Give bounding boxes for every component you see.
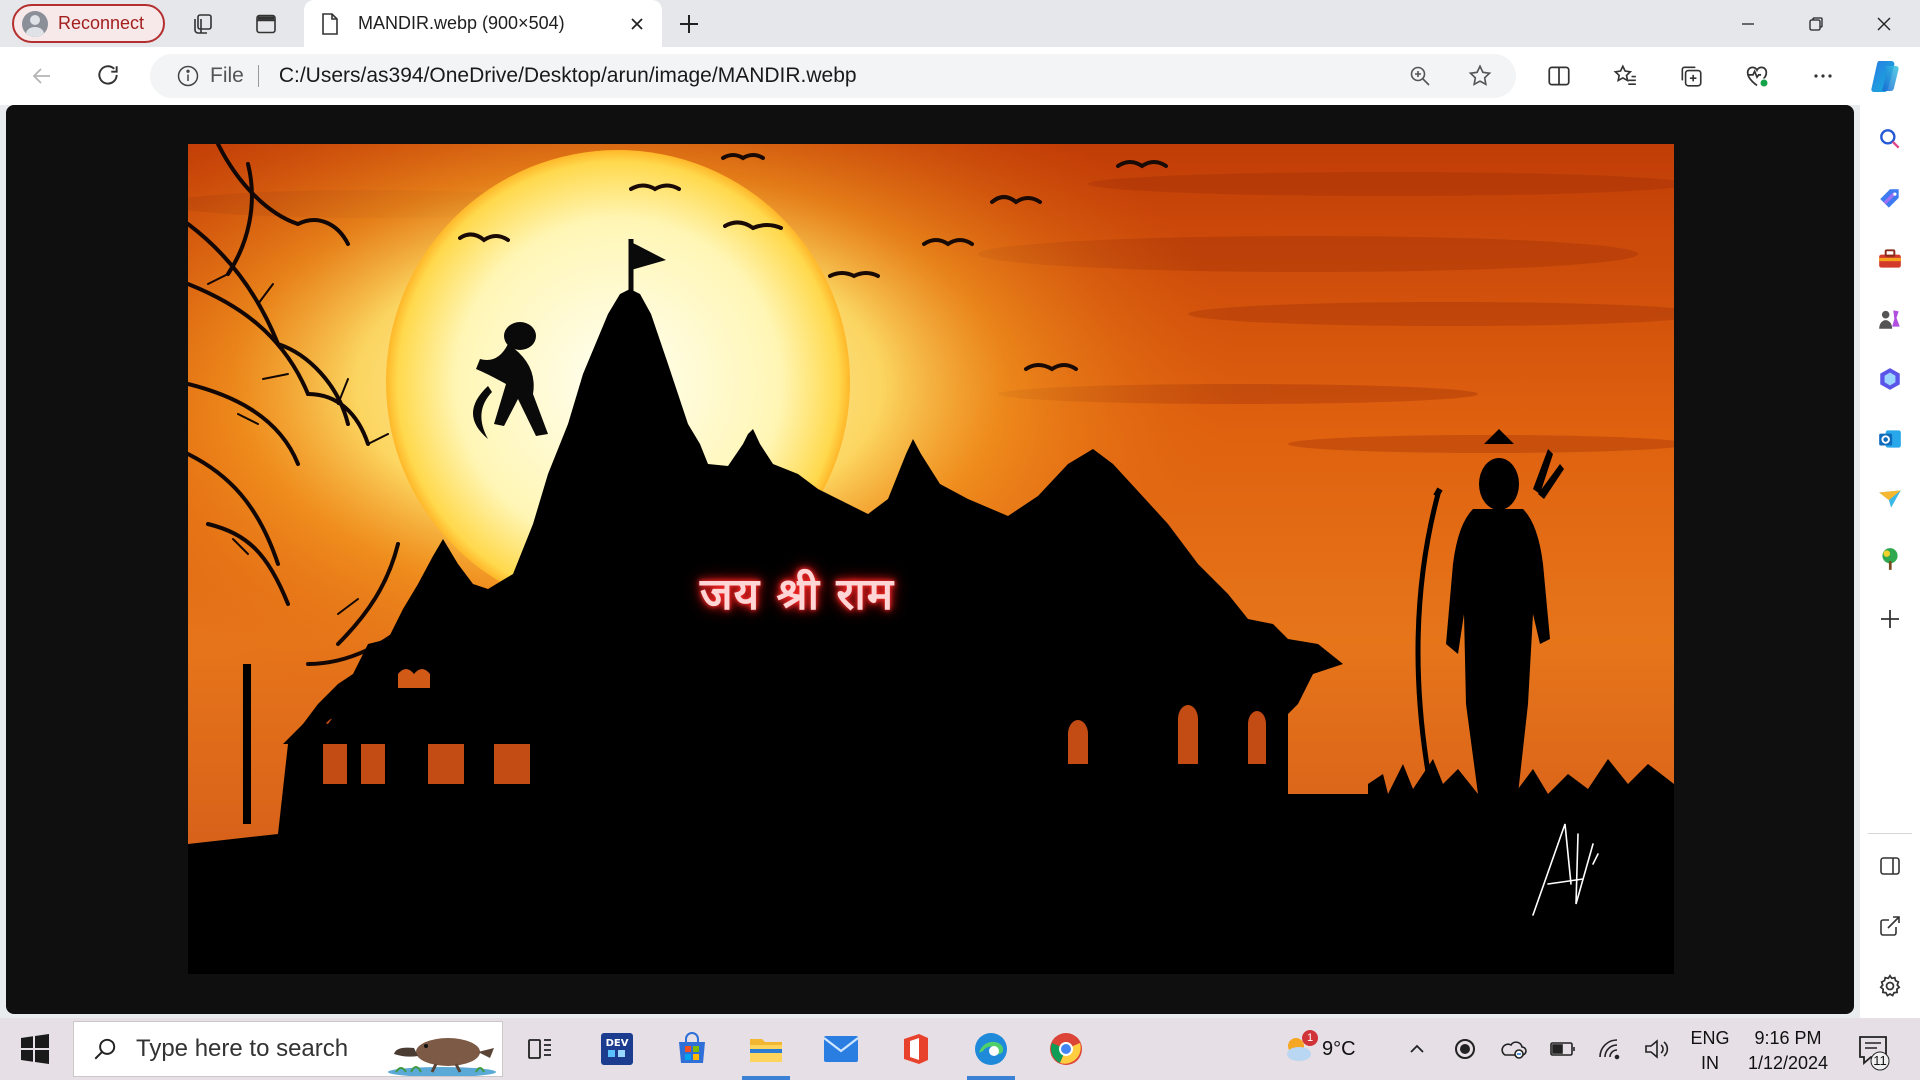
back-icon[interactable]	[24, 58, 60, 94]
search-icon[interactable]	[1872, 121, 1908, 157]
taskbar-search[interactable]: Type here to search	[73, 1021, 503, 1077]
image-viewer: जय श्री राम	[6, 105, 1854, 1014]
edge-browser-icon[interactable]	[963, 1024, 1019, 1080]
split-screen-icon[interactable]	[1872, 848, 1908, 884]
zoom-icon[interactable]	[1404, 60, 1436, 92]
navigation-bar: File C:/Users/as394/OneDrive/Desktop/aru…	[0, 47, 1920, 105]
clock[interactable]: 9:16 PM 1/12/2024	[1740, 1026, 1836, 1076]
vertical-tabs-icon[interactable]	[249, 8, 283, 40]
profile-button[interactable]: Reconnect	[12, 4, 165, 43]
split-screen-icon[interactable]	[1541, 58, 1577, 94]
edge-sidebar	[1860, 105, 1920, 1018]
search-icon	[92, 1036, 118, 1062]
close-tab-icon[interactable]	[626, 13, 648, 35]
tools-icon[interactable]	[1872, 241, 1908, 277]
address-url[interactable]: C:/Users/as394/OneDrive/Desktop/arun/ima…	[279, 64, 857, 88]
record-icon[interactable]	[1450, 1032, 1480, 1066]
notification-center-icon[interactable]: 11	[1855, 1032, 1893, 1072]
profile-label: Reconnect	[58, 13, 145, 33]
copilot-icon[interactable]	[1866, 57, 1904, 95]
wifi-icon[interactable]	[1594, 1032, 1628, 1066]
search-placeholder: Type here to search	[136, 1035, 349, 1062]
close-window-icon[interactable]	[1850, 0, 1918, 47]
svg-text:DEV: DEV	[606, 1038, 629, 1049]
address-scheme: File	[210, 64, 244, 87]
language-indicator[interactable]: ENG IN	[1690, 1026, 1730, 1076]
mandir-artwork	[188, 144, 1674, 974]
restore-icon[interactable]	[1782, 0, 1850, 47]
favorites-icon[interactable]	[1607, 58, 1643, 94]
active-tab[interactable]: MANDIR.webp (900×504)	[304, 0, 662, 47]
dev-home-icon[interactable]: DEV	[589, 1024, 645, 1074]
mandir-image: जय श्री राम	[188, 144, 1674, 974]
minimize-icon[interactable]	[1714, 0, 1782, 47]
language-bottom: IN	[1701, 1053, 1719, 1073]
volume-icon[interactable]	[1640, 1032, 1674, 1066]
chrome-icon[interactable]	[1038, 1024, 1094, 1074]
address-bar[interactable]: File C:/Users/as394/OneDrive/Desktop/aru…	[150, 54, 1516, 98]
office-icon[interactable]	[888, 1024, 944, 1074]
copilot-icon[interactable]	[1872, 361, 1908, 397]
settings-icon[interactable]	[1872, 968, 1908, 1004]
games-icon[interactable]	[1872, 301, 1908, 337]
jai-shri-ram-text: जय श्री राम	[700, 569, 895, 620]
file-icon	[320, 12, 340, 36]
weather-icon: 1	[1282, 1030, 1318, 1064]
microsoft-store-icon[interactable]	[664, 1024, 720, 1074]
avatar-icon	[22, 10, 48, 37]
favorite-star-icon[interactable]	[1464, 60, 1496, 92]
search-highlight-illustration	[386, 1026, 498, 1076]
windows-start-icon[interactable]	[18, 1032, 52, 1066]
clock-date: 1/12/2024	[1747, 1053, 1829, 1073]
weather-widget[interactable]: 1 9°C	[1282, 1030, 1356, 1066]
new-tab-button[interactable]	[672, 8, 706, 40]
tree-icon[interactable]	[1872, 541, 1908, 577]
notification-count: 11	[1873, 1053, 1887, 1068]
tab-strip: Reconnect MANDIR.webp (900×504)	[0, 0, 1920, 47]
add-icon[interactable]	[1872, 601, 1908, 637]
refresh-icon[interactable]	[90, 58, 126, 94]
taskbar: Type here to search DEV 1 9°C ENG IN 9:1…	[0, 1018, 1920, 1080]
drop-icon[interactable]	[1872, 481, 1908, 517]
more-options-icon[interactable]	[1805, 58, 1841, 94]
external-link-icon[interactable]	[1872, 908, 1908, 944]
collections-icon[interactable]	[1673, 58, 1709, 94]
browser-essentials-icon[interactable]	[1739, 58, 1775, 94]
shopping-tag-icon[interactable]	[1872, 181, 1908, 217]
task-view-icon[interactable]	[512, 1024, 568, 1074]
clock-time: 9:16 PM	[1754, 1028, 1822, 1048]
sidebar-divider	[1868, 833, 1912, 834]
workspaces-icon[interactable]	[186, 8, 220, 40]
onedrive-icon[interactable]	[1496, 1032, 1530, 1066]
file-explorer-icon[interactable]	[738, 1024, 794, 1080]
weather-badge: 1	[1302, 1030, 1318, 1046]
battery-icon[interactable]	[1546, 1032, 1580, 1066]
weather-temp: 9°C	[1322, 1037, 1356, 1060]
language-top: ENG	[1690, 1028, 1730, 1048]
outlook-icon[interactable]	[1872, 421, 1908, 457]
mail-icon[interactable]	[813, 1024, 869, 1074]
site-info-icon[interactable]	[176, 64, 200, 88]
address-separator	[257, 65, 259, 87]
chevron-up-icon[interactable]	[1402, 1032, 1432, 1066]
tab-title: MANDIR.webp (900×504)	[358, 13, 565, 33]
